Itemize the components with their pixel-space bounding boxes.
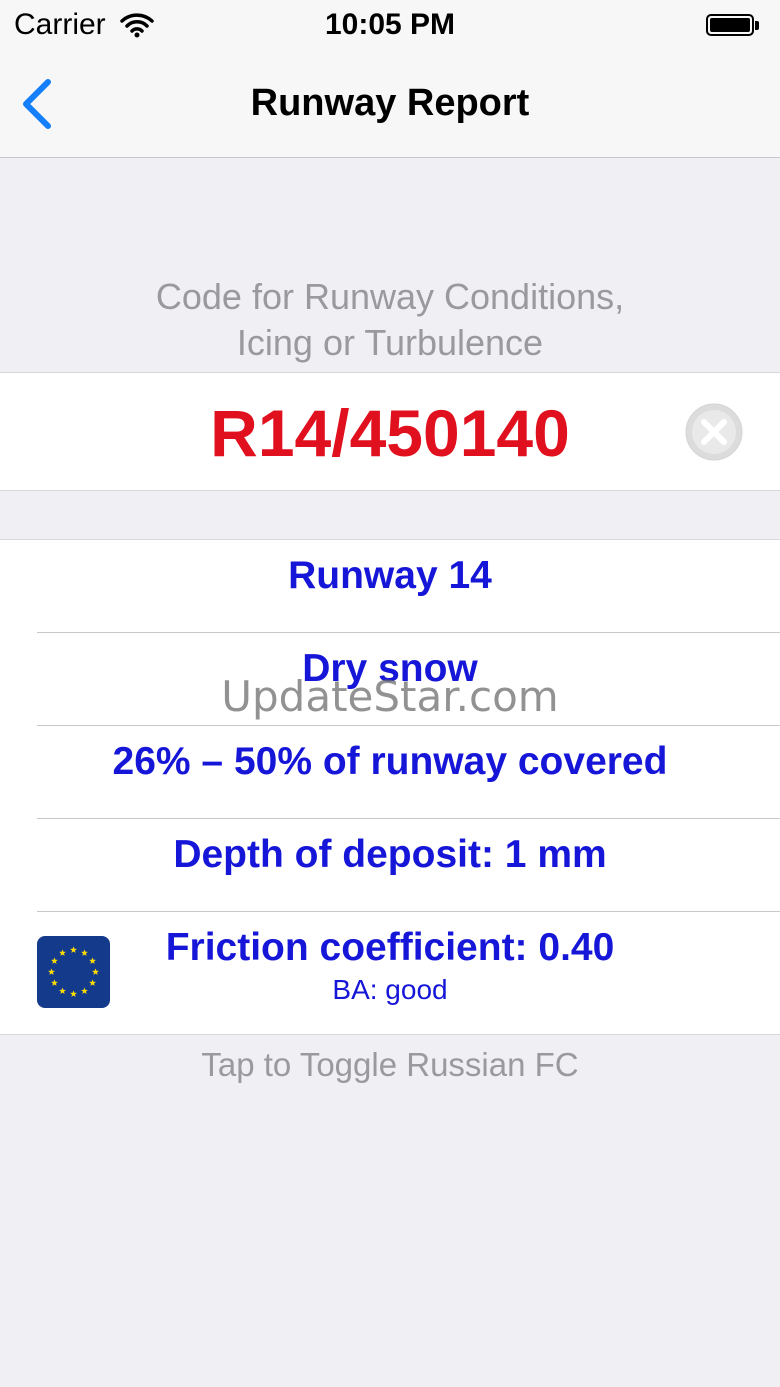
result-depth: Depth of deposit: 1 mm [173,833,607,876]
header-line-1: Code for Runway Conditions, [155,276,625,317]
status-bar: Carrier 10:05 PM [0,0,780,54]
result-runway: Runway 14 [288,554,492,597]
result-row-depth: Depth of deposit: 1 mm [0,819,780,912]
battery-icon [706,14,760,38]
result-row-coverage: 26% – 50% of runway covered [0,726,780,819]
code-input-cell[interactable]: R14/450140 [0,372,780,491]
results-list: Runway 14 Dry snow 26% – 50% of runway c… [0,539,780,1035]
result-row-friction[interactable]: Friction coefficient: 0.40 BA: good [0,912,780,1033]
code-field[interactable]: R14/450140 [0,395,780,471]
watermark: UpdateStar.com [221,672,559,721]
section-header: Code for Runway Conditions, Icing or Tur… [0,274,780,366]
clear-circle-icon[interactable] [685,403,743,461]
navigation-bar: Runway Report [0,54,780,158]
result-coverage: 26% – 50% of runway covered [112,740,668,783]
result-braking-action: BA: good [332,974,448,1005]
result-row-runway: Runway 14 [0,540,780,633]
page-title: Runway Report [250,82,530,124]
status-time: 10:05 PM [324,8,456,41]
result-friction: Friction coefficient: 0.40 [165,926,615,969]
toggle-russian-fc-hint[interactable]: Tap to Toggle Russian FC [0,1046,780,1084]
header-line-2: Icing or Turbulence [236,322,544,363]
